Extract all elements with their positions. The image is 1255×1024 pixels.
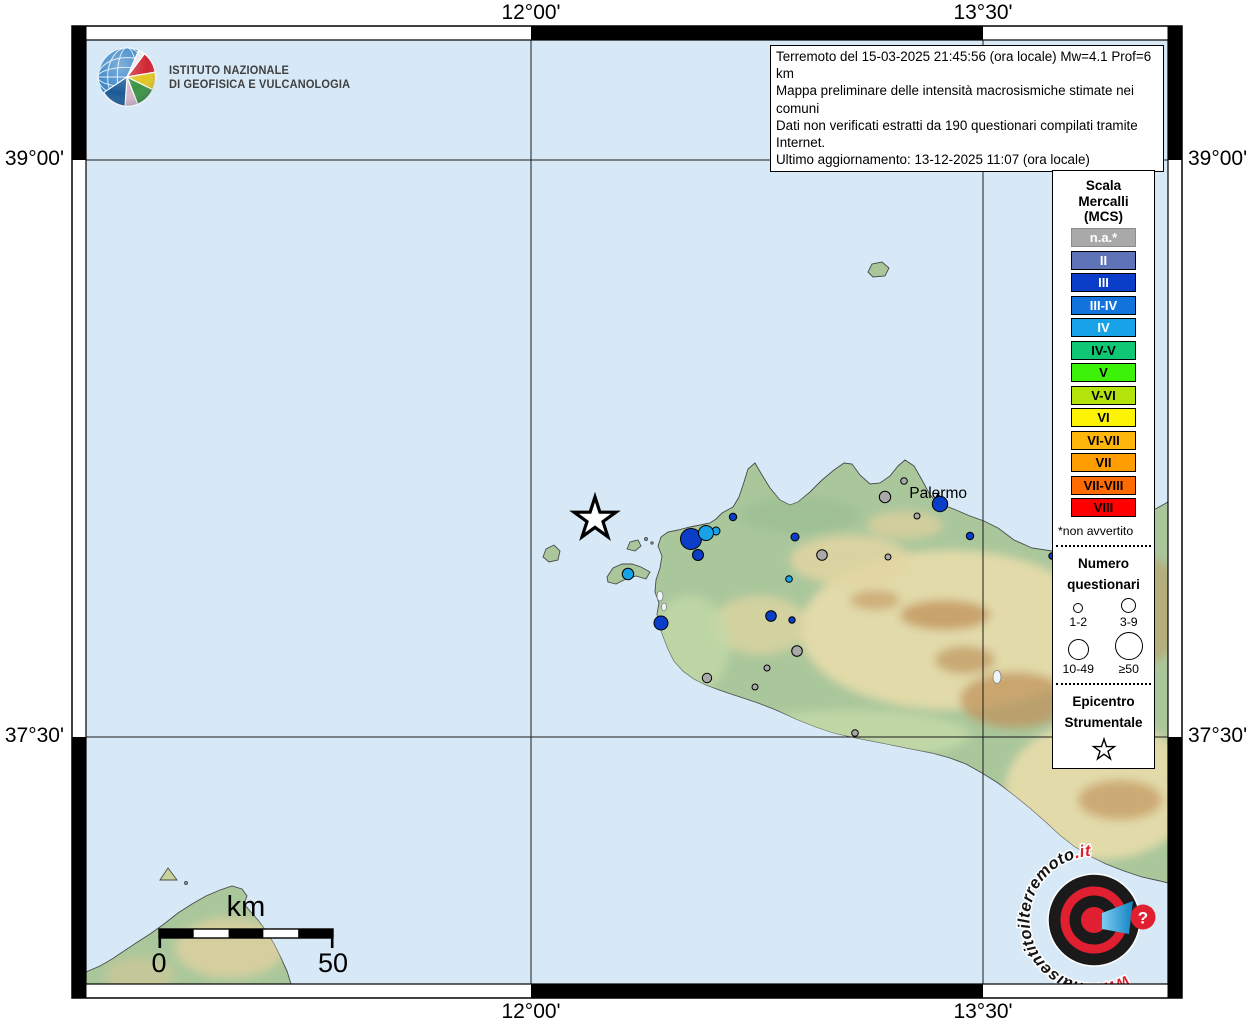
lat-label-right: 37°30' xyxy=(1188,724,1247,748)
intensity-point-na xyxy=(764,665,770,671)
intensity-point-III xyxy=(789,617,795,623)
earthquake-info-box: Terremoto del 15-03-2025 21:45:56 (ora l… xyxy=(770,45,1164,172)
mcs-entry-III-IV: III-IV xyxy=(1071,296,1136,315)
questionnaire-count-title-line: questionari xyxy=(1053,575,1154,596)
lat-label-left: 37°30' xyxy=(0,724,64,748)
lon-label-top: 13°30' xyxy=(953,1,1012,25)
questionnaire-size-item: 3-9 xyxy=(1104,598,1155,629)
ingv-logo: ISTITUTO NAZIONALEDI GEOFISICA E VULCANO… xyxy=(96,46,370,108)
questionnaire-size-label: ≥50 xyxy=(1119,662,1139,676)
questionnaire-size-circle xyxy=(1121,598,1136,613)
epicenter-star-icon xyxy=(1091,736,1117,762)
mcs-entry-II: II xyxy=(1071,251,1136,270)
instrumental-epicenter-title: EpicentroStrumentale xyxy=(1053,692,1154,733)
scale-bar-start: 0 xyxy=(151,948,166,978)
mcs-entry-VII-VIII: VII-VIII xyxy=(1071,476,1136,495)
questionnaire-size-label: 1-2 xyxy=(1069,615,1087,629)
intensity-point-na xyxy=(752,684,758,690)
questionnaire-size-item: ≥50 xyxy=(1104,632,1155,676)
questionnaire-size-item: 10-49 xyxy=(1053,632,1104,676)
instrumental-epicenter-title-line: Epicentro xyxy=(1053,692,1154,713)
sea xyxy=(86,40,1168,984)
intensity-point-III xyxy=(766,611,777,622)
questionnaire-size-label: 3-9 xyxy=(1120,615,1138,629)
intensity-point-III xyxy=(791,533,799,541)
mcs-scale-entries: n.a.*IIIIIIII-IVIVIV-VVV-VIVIVI-VIIVIIVI… xyxy=(1053,228,1154,517)
ingv-globe-icon xyxy=(96,46,158,108)
intensity-point-na xyxy=(852,730,859,737)
earthquake-info-box-line: Dati non verificati estratti da 190 ques… xyxy=(776,117,1158,151)
legend-title-line: (MCS) xyxy=(1053,209,1154,225)
legend-divider xyxy=(1056,545,1151,547)
mcs-entry-IV-V: IV-V xyxy=(1071,341,1136,360)
intensity-point-IV xyxy=(622,568,633,579)
intensity-point-na xyxy=(817,550,828,561)
intensity-point-na xyxy=(879,491,890,502)
intensity-point-III xyxy=(693,550,704,561)
questionnaire-size-circle xyxy=(1115,632,1143,660)
mcs-entry-IV: IV xyxy=(1071,318,1136,337)
earthquake-info-box-line: Terremoto del 15-03-2025 21:45:56 (ora l… xyxy=(776,48,1158,82)
lon-label-bottom: 13°30' xyxy=(953,1000,1012,1024)
questionnaire-count-title-line: Numero xyxy=(1053,554,1154,575)
legend-title: ScalaMercalli(MCS) xyxy=(1053,178,1154,225)
intensity-point-IV xyxy=(786,576,793,583)
islet xyxy=(645,538,648,541)
questionnaire-count-title: Numeroquestionari xyxy=(1053,554,1154,595)
intensity-point-na xyxy=(885,554,891,560)
mcs-entry-VIII: VIII xyxy=(1071,498,1136,517)
lon-label-bottom: 12°00' xyxy=(501,1000,560,1024)
legend-panel: ScalaMercalli(MCS) n.a.*IIIIIIII-IVIVIV-… xyxy=(1052,170,1155,769)
legend-footnote: *non avvertito xyxy=(1053,524,1154,538)
intensity-point-III xyxy=(654,616,668,630)
intensity-point-na xyxy=(901,478,908,485)
mcs-entry-V-VI: V-VI xyxy=(1071,386,1136,405)
legend-divider xyxy=(1056,683,1151,685)
mcs-entry-n.a.*: n.a.* xyxy=(1071,228,1136,247)
intensity-point-IV xyxy=(699,526,714,541)
legend-title-line: Mercalli xyxy=(1053,194,1154,210)
ingv-logo-text-line: ISTITUTO NAZIONALE xyxy=(169,63,350,78)
lon-label-top: 12°00' xyxy=(501,1,560,25)
islet xyxy=(185,882,188,885)
mcs-entry-VI: VI xyxy=(1071,408,1136,427)
instrumental-epicenter-title-line: Strumentale xyxy=(1053,713,1154,734)
intensity-point-III xyxy=(932,496,947,511)
scale-bar-unit: km xyxy=(227,891,266,923)
questionnaire-size-item: 1-2 xyxy=(1053,598,1104,629)
mcs-entry-VII: VII xyxy=(1071,453,1136,472)
islet xyxy=(651,542,653,544)
questionnaire-size-circle xyxy=(1068,639,1089,660)
intensity-point-na xyxy=(702,673,711,682)
intensity-point-III xyxy=(729,513,736,520)
intensity-point-na xyxy=(792,646,803,657)
earthquake-info-box-line: Ultimo aggiornamento: 13-12-2025 11:07 (… xyxy=(776,151,1158,168)
lat-label-left: 39°00' xyxy=(0,147,64,171)
scale-bar-end: 50 xyxy=(318,948,348,978)
mcs-entry-V: V xyxy=(1071,363,1136,382)
ingv-logo-text-line: DI GEOFISICA E VULCANOLOGIA xyxy=(169,77,350,92)
mcs-entry-III: III xyxy=(1071,273,1136,292)
mcs-entry-VI-VII: VI-VII xyxy=(1071,431,1136,450)
intensity-point-na xyxy=(914,513,920,519)
epicenter-star-key xyxy=(1053,736,1154,762)
questionnaire-size-circle xyxy=(1073,603,1083,613)
questionnaire-size-label: 10-49 xyxy=(1063,662,1094,676)
ingv-logo-text: ISTITUTO NAZIONALEDI GEOFISICA E VULCANO… xyxy=(169,63,350,92)
questionnaire-size-key: 1-2 3-9 10-49 ≥50 xyxy=(1053,598,1154,676)
watermark-question-mark: ? xyxy=(1138,909,1148,928)
lat-label-right: 39°00' xyxy=(1188,147,1247,171)
legend-title-line: Scala xyxy=(1053,178,1154,194)
macroseismic-map-canvas: Palermo km 0 50 xyxy=(0,0,1255,1024)
intensity-point-III xyxy=(966,532,973,539)
earthquake-info-box-line: Mappa preliminare delle intensità macros… xyxy=(776,82,1158,116)
